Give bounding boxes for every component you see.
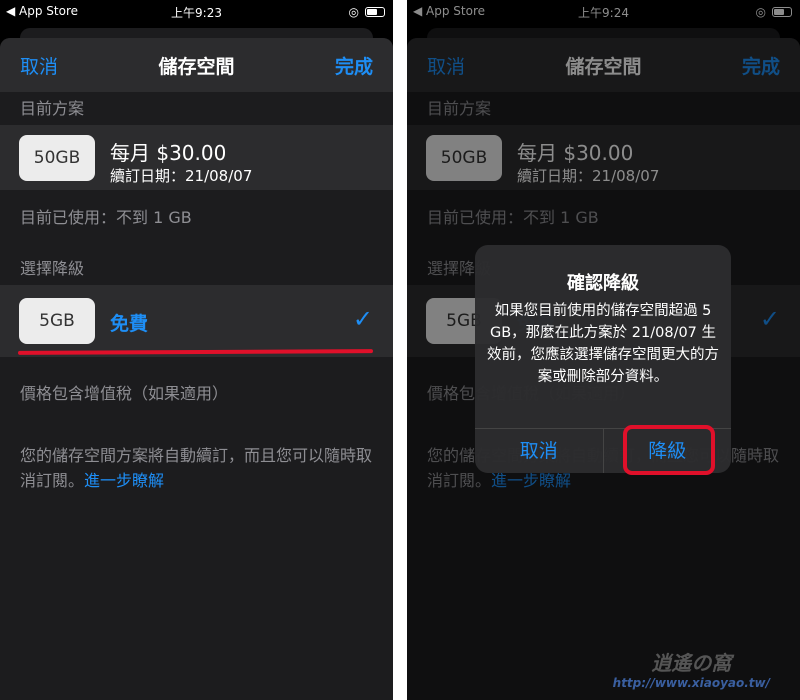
alert-message: 如果您目前使用的儲存空間超過 5 GB，那麼在此方案於 21/08/07 生效前… [487,303,719,385]
plan-price: 每月 $30.00 [110,141,227,165]
clock: 上午9:23 [171,6,222,20]
done-button[interactable]: 完成 [335,52,373,79]
alert-cancel-button[interactable]: 取消 [475,429,604,473]
phone-screen-alert: ◀ App Store 上午9:24 ◎ 取消 儲存空間 完成 目前方案 50G… [407,0,800,700]
renewal-date: 續訂日期：21/08/07 [110,167,253,185]
plan-size-badge: 50GB [19,135,95,181]
footer-body: 您的儲存空間方案將自動續訂，而且您可以隨時取消訂閱。 [20,446,373,490]
phone-screen-before: ◀ App Store 上午9:23 ◎ 取消 儲存空間 完成 目前方案 50G… [0,0,393,700]
usage-text: 目前已使用：不到 1 GB [20,208,192,227]
storage-sheet: 取消 儲存空間 完成 目前方案 50GB 每月 $30.00 續訂日期：21/0… [0,38,393,700]
learn-more-link[interactable]: 進一步瞭解 [84,471,164,490]
watermark: 逍遙の窩 http://www.xiaoyao.tw/ [613,647,770,690]
status-bar: ◀ App Store 上午9:23 ◎ [0,0,393,22]
checkmark-icon: ✓ [352,305,373,333]
orientation-lock-icon: ◎ [348,5,359,19]
tax-note: 價格包含增值稅（如果適用） [20,384,229,403]
nav-bar: 取消 儲存空間 完成 [0,38,393,92]
watermark-url: http://www.xiaoyao.tw/ [612,676,770,690]
downgrade-option-row[interactable]: 5GB 免費 ✓ [0,285,393,357]
footer-text: 您的儲存空間方案將自動續訂，而且您可以隨時取消訂閱。進一步瞭解 [20,443,375,493]
alert-title: 確認降級 [567,273,639,294]
current-plan-header: 目前方案 [20,99,85,118]
highlight-box [623,425,715,475]
option-size-badge: 5GB [19,298,95,344]
current-plan-row: 50GB 每月 $30.00 續訂日期：21/08/07 [0,125,393,190]
downgrade-header: 選擇降級 [20,259,85,278]
battery-icon [365,7,385,17]
watermark-logo: 逍遙の窩 [651,651,732,675]
option-price: 免費 [110,313,149,335]
